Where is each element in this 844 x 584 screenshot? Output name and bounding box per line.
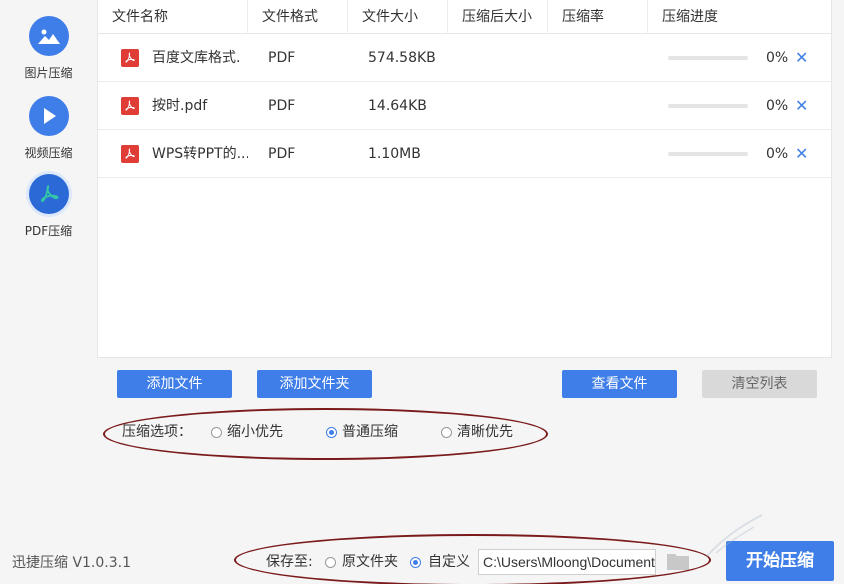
play-icon [28,96,69,136]
sidebar-item-video-compress[interactable]: 视频压缩 [0,96,97,161]
folder-icon[interactable] [666,551,690,571]
file-size: 574.58KB [368,50,436,66]
pdf-icon [28,174,69,214]
compression-options-label: 压缩选项： [122,424,192,440]
file-name: WPS转PPT的... [152,146,248,162]
version-label: 迅捷压缩 V1.0.3.1 [12,555,132,571]
image-icon [28,16,69,56]
column-header-progress: 压缩进度 [662,9,718,25]
table-header: 文件名称 文件格式 文件大小 压缩后大小 压缩率 压缩进度 [98,0,831,34]
option-normal-compress-label: 普通压缩 [342,424,398,440]
file-name: 百度文库格式. [152,50,241,66]
radio-normal-compress[interactable] [326,427,337,438]
clear-list-button[interactable]: 清空列表 [702,370,817,398]
sidebar-item-pdf-compress[interactable]: PDF压缩 [0,174,97,239]
save-to-label: 保存至: [266,554,313,570]
radio-custom-folder[interactable] [410,557,421,568]
column-header-format: 文件格式 [248,0,348,34]
progress-text: 0% [766,146,789,162]
footer: 迅捷压缩 V1.0.3.1 [0,534,844,584]
option-smallest-first-label: 缩小优先 [227,424,283,440]
option-original-folder-label: 原文件夹 [342,554,398,570]
file-list-panel: 文件名称 文件格式 文件大小 压缩后大小 压缩率 压缩进度 百度文库格式. PD… [97,0,832,358]
radio-original-folder[interactable] [325,557,336,568]
pdf-file-icon [121,145,139,163]
column-header-ratio: 压缩率 [548,0,648,34]
column-header-name: 文件名称 [98,0,248,34]
column-header-size: 文件大小 [348,0,448,34]
sidebar-item-label: 视频压缩 [24,146,73,160]
sidebar: 图片压缩 视频压缩 PDF压缩 [0,0,97,530]
table-row[interactable]: 按时.pdf PDF 14.64KB 0% ✕ [98,82,831,130]
file-format: PDF [268,98,296,114]
file-format: PDF [268,146,296,162]
sidebar-item-label: PDF压缩 [24,224,73,238]
progress-text: 0% [766,50,789,66]
progress-bar [668,56,748,60]
progress-text: 0% [766,98,789,114]
file-size: 14.64KB [368,98,427,114]
column-header-compressed-size: 压缩后大小 [448,0,548,34]
option-custom-folder-label: 自定义 [428,554,470,570]
radio-clarity-first[interactable] [441,427,452,438]
remove-file-icon[interactable]: ✕ [795,34,808,82]
option-clarity-first-label: 清晰优先 [457,424,513,440]
sidebar-item-label: 图片压缩 [24,66,73,80]
remove-file-icon[interactable]: ✕ [795,130,808,178]
add-folder-button[interactable]: 添加文件夹 [257,370,372,398]
sidebar-item-image-compress[interactable]: 图片压缩 [0,16,97,81]
progress-bar [668,152,748,156]
table-row[interactable]: WPS转PPT的... PDF 1.10MB 0% ✕ [98,130,831,178]
remove-file-icon[interactable]: ✕ [795,82,808,130]
view-files-button[interactable]: 查看文件 [562,370,677,398]
add-file-button[interactable]: 添加文件 [117,370,232,398]
start-compress-button[interactable]: 开始压缩 [726,541,834,581]
file-size: 1.10MB [368,146,421,162]
pdf-file-icon [121,49,139,67]
radio-smallest-first[interactable] [211,427,222,438]
file-format: PDF [268,50,296,66]
table-row[interactable]: 百度文库格式. PDF 574.58KB 0% ✕ [98,34,831,82]
pdf-file-icon [121,97,139,115]
save-path-input[interactable]: C:\Users\Mloong\Documents [478,549,656,575]
progress-bar [668,104,748,108]
file-name: 按时.pdf [152,98,208,114]
